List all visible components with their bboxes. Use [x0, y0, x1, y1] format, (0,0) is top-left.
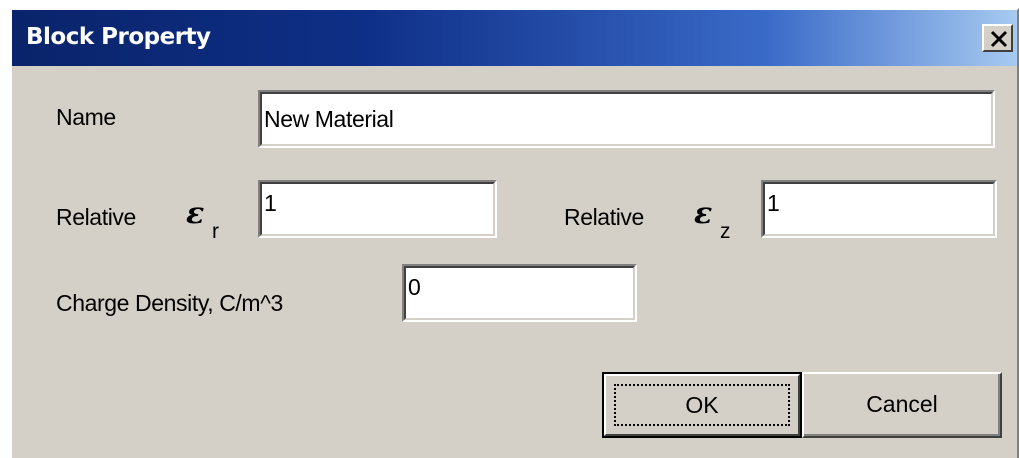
er-field-frame [258, 178, 497, 238]
name-label: Name [56, 104, 116, 130]
name-field-frame [258, 90, 995, 148]
ok-button-label: OK [614, 384, 790, 426]
block-property-dialog: Block Property Name Relative ε r Relativ… [10, 8, 1019, 458]
title-bar[interactable]: Block Property [12, 10, 1017, 66]
relative-er-label: Relative [56, 204, 136, 230]
window-title: Block Property [26, 24, 211, 50]
relative-er-input[interactable] [262, 178, 493, 228]
relative-ez-input[interactable] [765, 178, 993, 228]
epsilon-z-symbol: ε [694, 196, 713, 231]
charge-density-field-frame [402, 262, 637, 322]
charge-density-input[interactable] [406, 262, 633, 312]
name-input[interactable] [262, 94, 991, 144]
epsilon-z-subscript: z [720, 220, 731, 243]
close-x-icon [990, 30, 1008, 48]
cancel-button[interactable]: Cancel [802, 372, 1002, 438]
charge-density-label: Charge Density, C/m^3 [56, 290, 283, 316]
close-button[interactable] [982, 24, 1013, 52]
relative-ez-label: Relative [564, 204, 644, 230]
ok-button[interactable]: OK [602, 372, 802, 438]
epsilon-r-symbol: ε [186, 196, 205, 231]
epsilon-r-subscript: r [212, 220, 219, 243]
ez-field-frame [761, 178, 997, 238]
